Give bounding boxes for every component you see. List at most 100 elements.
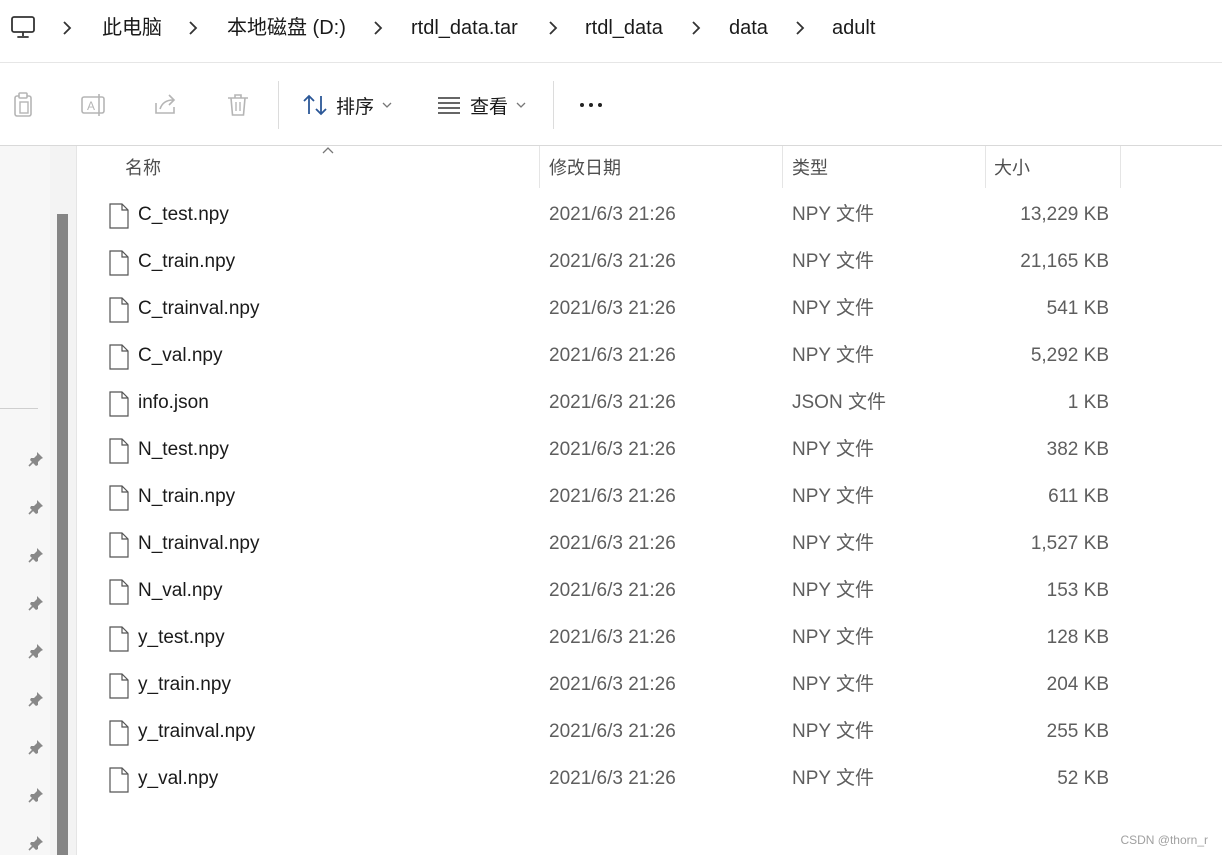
column-header-date[interactable]: 修改日期 (549, 154, 621, 180)
copy-icon[interactable] (9, 91, 37, 119)
breadcrumb-item-data[interactable]: data (729, 14, 768, 42)
file-date: 2021/6/3 21:26 (549, 345, 676, 366)
file-date: 2021/6/3 21:26 (549, 580, 676, 601)
pin-icon[interactable] (27, 498, 45, 516)
file-size: 382 KB (1046, 439, 1109, 460)
file-row[interactable]: N_val.npy 2021/6/3 21:26 NPY 文件 153 KB (100, 568, 1122, 615)
file-type: JSON 文件 (792, 392, 886, 413)
file-size: 52 KB (1057, 768, 1109, 789)
file-size: 21,165 KB (1020, 251, 1109, 272)
file-icon (109, 438, 129, 464)
file-type: NPY 文件 (792, 627, 875, 648)
rename-icon[interactable]: A (80, 91, 108, 119)
column-resize-handle[interactable] (1120, 146, 1121, 188)
file-name: C_test.npy (138, 204, 229, 225)
toolbar-divider (278, 81, 279, 129)
pin-icon[interactable] (27, 546, 45, 564)
file-row[interactable]: y_train.npy 2021/6/3 21:26 NPY 文件 204 KB (100, 662, 1122, 709)
file-name: C_val.npy (138, 345, 223, 366)
file-row[interactable]: C_test.npy 2021/6/3 21:26 NPY 文件 13,229 … (100, 192, 1122, 239)
delete-icon[interactable] (224, 91, 252, 119)
file-type: NPY 文件 (792, 580, 875, 601)
file-row[interactable]: N_train.npy 2021/6/3 21:26 NPY 文件 611 KB (100, 474, 1122, 521)
view-button[interactable]: 查看 (436, 91, 526, 119)
column-resize-handle[interactable] (782, 146, 783, 188)
more-icon[interactable] (578, 91, 606, 119)
file-size: 13,229 KB (1020, 204, 1109, 225)
this-pc-icon[interactable] (10, 14, 36, 40)
file-size: 128 KB (1046, 627, 1109, 648)
share-icon[interactable] (152, 91, 180, 119)
file-row[interactable]: C_trainval.npy 2021/6/3 21:26 NPY 文件 541… (100, 286, 1122, 333)
sort-label: 排序 (336, 96, 375, 118)
file-name: N_val.npy (138, 580, 223, 601)
file-icon (109, 626, 129, 652)
file-icon (109, 532, 129, 558)
pin-icon[interactable] (27, 642, 45, 660)
nav-divider (0, 408, 38, 409)
pin-icon[interactable] (27, 690, 45, 708)
file-type: NPY 文件 (792, 345, 875, 366)
svg-text:A: A (87, 99, 95, 113)
nav-scrollbar-thumb[interactable] (57, 214, 68, 855)
file-size: 1,527 KB (1030, 533, 1109, 554)
file-name: C_trainval.npy (138, 298, 260, 319)
content-border (76, 146, 77, 855)
breadcrumb-item-rtdl-data-tar[interactable]: rtdl_data.tar (411, 14, 518, 42)
file-date: 2021/6/3 21:26 (549, 392, 676, 413)
column-header-type[interactable]: 类型 (792, 154, 828, 180)
file-row[interactable]: N_test.npy 2021/6/3 21:26 NPY 文件 382 KB (100, 427, 1122, 474)
pin-icon[interactable] (27, 786, 45, 804)
file-icon (109, 297, 129, 323)
pin-icon[interactable] (27, 834, 45, 852)
pin-icon[interactable] (27, 450, 45, 468)
file-type: NPY 文件 (792, 298, 875, 319)
file-date: 2021/6/3 21:26 (549, 674, 676, 695)
column-header-name[interactable]: 名称 (125, 154, 161, 180)
file-row[interactable]: y_trainval.npy 2021/6/3 21:26 NPY 文件 255… (100, 709, 1122, 756)
column-header-size[interactable]: 大小 (994, 154, 1030, 180)
file-date: 2021/6/3 21:26 (549, 298, 676, 319)
file-icon (109, 767, 129, 793)
breadcrumb-item-adult[interactable]: adult (832, 14, 875, 42)
file-size: 153 KB (1046, 580, 1109, 601)
breadcrumb-item-drive-d[interactable]: 本地磁盘 (D:) (227, 14, 346, 42)
sort-ascending-icon (322, 147, 334, 154)
chevron-right-icon[interactable] (188, 18, 198, 38)
file-row[interactable]: y_val.npy 2021/6/3 21:26 NPY 文件 52 KB (100, 756, 1122, 803)
file-row[interactable]: N_trainval.npy 2021/6/3 21:26 NPY 文件 1,5… (100, 521, 1122, 568)
file-date: 2021/6/3 21:26 (549, 533, 676, 554)
chevron-right-icon[interactable] (691, 18, 701, 38)
file-date: 2021/6/3 21:26 (549, 251, 676, 272)
chevron-right-icon[interactable] (548, 18, 558, 38)
chevron-right-icon[interactable] (373, 18, 383, 38)
file-name: N_train.npy (138, 486, 236, 507)
command-bar: A 排序 查看 (0, 62, 1222, 146)
breadcrumb-item-this-pc[interactable]: 此电脑 (102, 14, 162, 42)
pin-icon[interactable] (27, 594, 45, 612)
sort-button[interactable]: 排序 (302, 91, 392, 119)
watermark: CSDN @thorn_r (1120, 833, 1208, 847)
file-name: y_val.npy (138, 768, 219, 789)
file-icon (109, 391, 129, 417)
chevron-right-icon[interactable] (62, 18, 72, 38)
toolbar-divider (553, 81, 554, 129)
file-date: 2021/6/3 21:26 (549, 439, 676, 460)
pin-icon[interactable] (27, 738, 45, 756)
file-type: NPY 文件 (792, 674, 875, 695)
file-type: NPY 文件 (792, 768, 875, 789)
file-row[interactable]: y_test.npy 2021/6/3 21:26 NPY 文件 128 KB (100, 615, 1122, 662)
navigation-pane (0, 146, 50, 855)
file-icon (109, 720, 129, 746)
column-resize-handle[interactable] (985, 146, 986, 188)
chevron-right-icon[interactable] (795, 18, 805, 38)
file-row[interactable]: info.json 2021/6/3 21:26 JSON 文件 1 KB (100, 380, 1122, 427)
file-name: N_test.npy (138, 439, 229, 460)
file-row[interactable]: C_val.npy 2021/6/3 21:26 NPY 文件 5,292 KB (100, 333, 1122, 380)
breadcrumb-item-rtdl-data[interactable]: rtdl_data (585, 14, 663, 42)
file-row[interactable]: C_train.npy 2021/6/3 21:26 NPY 文件 21,165… (100, 239, 1122, 286)
file-name: info.json (138, 392, 209, 413)
view-icon (438, 97, 460, 114)
column-resize-handle[interactable] (539, 146, 540, 188)
file-date: 2021/6/3 21:26 (549, 486, 676, 507)
